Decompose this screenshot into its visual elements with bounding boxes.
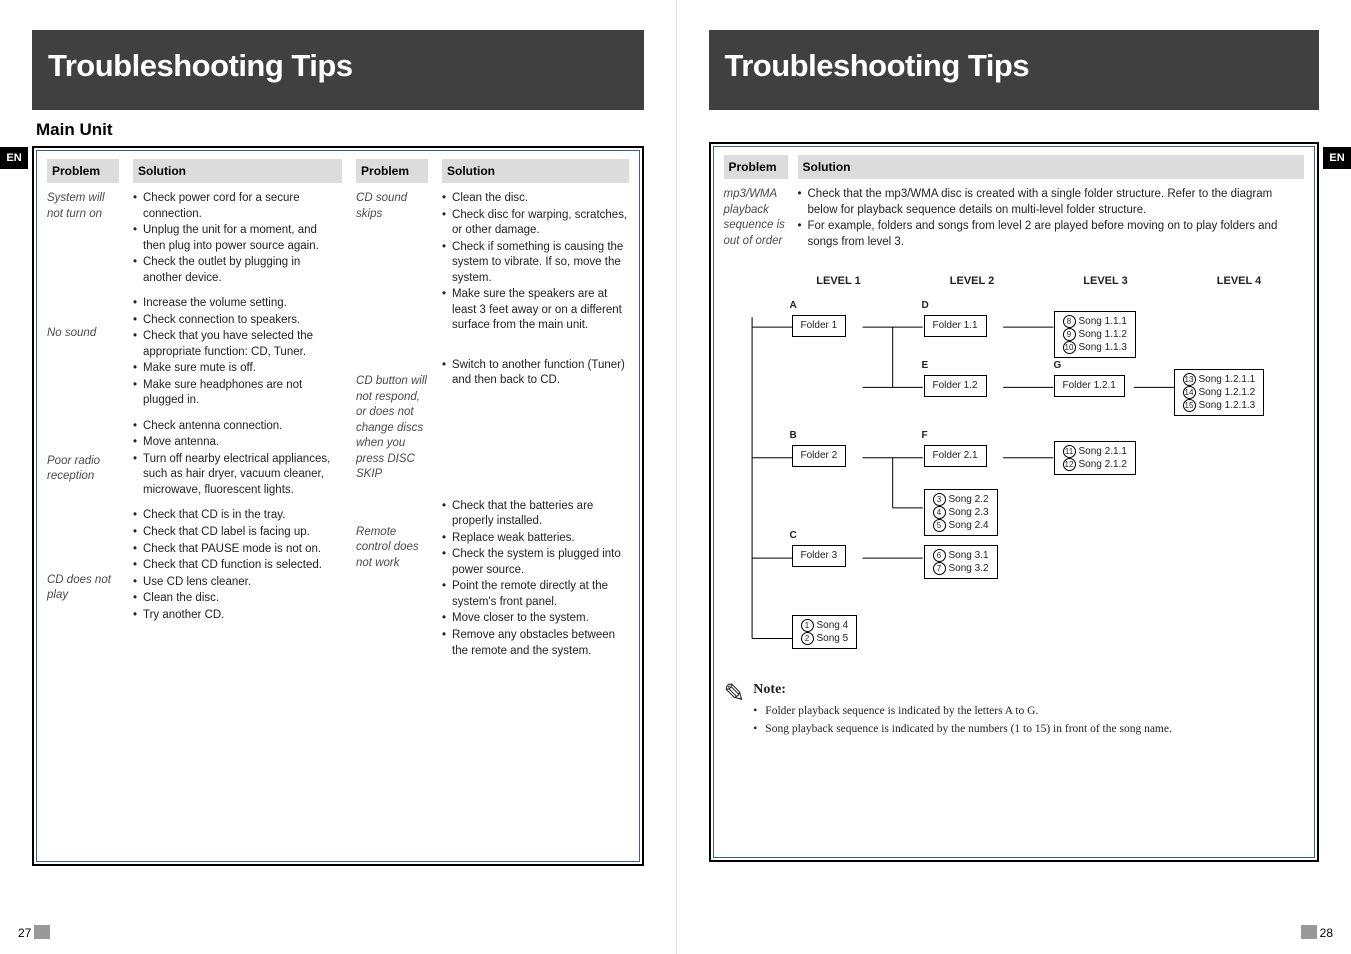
diagram-box: Folder 1.2 [924, 375, 987, 397]
note-icon: ✎ [724, 681, 746, 707]
subsection-title: Main Unit [36, 120, 113, 140]
prob-label: CD sound skips [356, 191, 428, 222]
lang-tag-left: EN [0, 147, 28, 169]
folder-diagram: A Folder 1 B Folder 2 C Folder 3 1Song 4… [732, 297, 1305, 667]
th-solution: Solution [133, 159, 342, 183]
sol-list: Clean the disc. Check disc for warping, … [442, 191, 628, 334]
prob-label: Remote control does not work [356, 525, 428, 572]
th-solution: Solution [442, 159, 628, 183]
col-solution-a: Solution Check power cord for a secure c… [133, 159, 342, 853]
diagram-box: 8Song 1.1.1 9Song 1.1.2 10Song 1.1.3 [1054, 311, 1136, 358]
page-title-left: Troubleshooting Tips [48, 48, 628, 84]
note-heading: Note: [753, 681, 1172, 700]
diagram-box: Folder 1.2.1 [1054, 375, 1125, 397]
page-spread: Troubleshooting Tips EN Main Unit Proble… [0, 0, 1351, 954]
sol-list: Check that the mp3/WMA disc is created w… [798, 187, 1305, 250]
diagram-box: 11Song 2.1.1 12Song 2.1.2 [1054, 441, 1136, 475]
page-number-left: 27 [18, 925, 50, 940]
sol-list: Check antenna connection. Move antenna. … [133, 419, 342, 499]
col-problem-b: Problem CD sound skips CD button will no… [356, 159, 428, 853]
prob-label: No sound [47, 326, 119, 342]
th-problem: Problem [47, 159, 119, 183]
diagram-lines [732, 297, 1304, 669]
diagram-box: Folder 2 [792, 445, 847, 467]
th-solution: Solution [798, 155, 1305, 179]
note-list: Folder playback sequence is indicated by… [753, 704, 1172, 737]
table-frame-right: Problem mp3/WMA playback sequence is out… [709, 142, 1320, 862]
sol-list: Increase the volume setting. Check conne… [133, 296, 342, 409]
diagram-box: Folder 3 [792, 545, 847, 567]
prob-label: Poor radio reception [47, 454, 119, 485]
prob-label: System will not turn on [47, 191, 119, 222]
diagram-box: 1Song 4 2Song 5 [792, 615, 858, 649]
diagram-label: A [790, 299, 797, 313]
header-bar-right: Troubleshooting Tips [709, 30, 1320, 110]
prob-label: mp3/WMA playback sequence is out of orde… [724, 187, 788, 249]
prob-label: CD button will not respond, or does not … [356, 374, 428, 483]
diagram-box: 3Song 2.2 4Song 2.3 5Song 2.4 [924, 489, 998, 536]
th-problem: Problem [724, 155, 788, 179]
page-right: Troubleshooting Tips EN Problem mp3/WMA … [676, 0, 1351, 954]
note-block: ✎ Note: Folder playback sequence is indi… [724, 681, 1305, 739]
diagram-box: Folder 1.1 [924, 315, 987, 337]
diagram-label: D [922, 299, 929, 313]
sol-list: Check that the batteries are properly in… [442, 499, 628, 659]
diagram-box: 6Song 3.1 7Song 3.2 [924, 545, 998, 579]
levels-header: LEVEL 1 LEVEL 2 LEVEL 3 LEVEL 4 [784, 274, 1295, 289]
col-solution-b: Solution Clean the disc. Check disc for … [442, 159, 628, 853]
diagram-box: Folder 1 [792, 315, 847, 337]
diagram-label: E [922, 359, 929, 373]
page-left: Troubleshooting Tips EN Main Unit Proble… [0, 0, 676, 954]
sol-list: Switch to another function (Tuner) and t… [442, 358, 628, 389]
col-problem-a: Problem System will not turn on No sound… [47, 159, 119, 853]
diagram-label: C [790, 529, 797, 543]
table-frame-left: Problem System will not turn on No sound… [32, 146, 644, 866]
sol-list: Check power cord for a secure connection… [133, 191, 342, 286]
diagram-label: G [1054, 359, 1062, 373]
diagram-label: F [922, 429, 928, 443]
page-number-right: 28 [1301, 925, 1333, 940]
sol-list: Check that CD is in the tray. Check that… [133, 508, 342, 623]
diagram-box: Folder 2.1 [924, 445, 987, 467]
prob-label: CD does not play [47, 573, 119, 604]
diagram-label: B [790, 429, 797, 443]
header-bar-left: Troubleshooting Tips [32, 30, 644, 110]
diagram-box: 13Song 1.2.1.1 14Song 1.2.1.2 15Song 1.2… [1174, 369, 1265, 416]
lang-tag-right: EN [1323, 147, 1351, 169]
page-title-right: Troubleshooting Tips [725, 48, 1304, 84]
th-problem: Problem [356, 159, 428, 183]
